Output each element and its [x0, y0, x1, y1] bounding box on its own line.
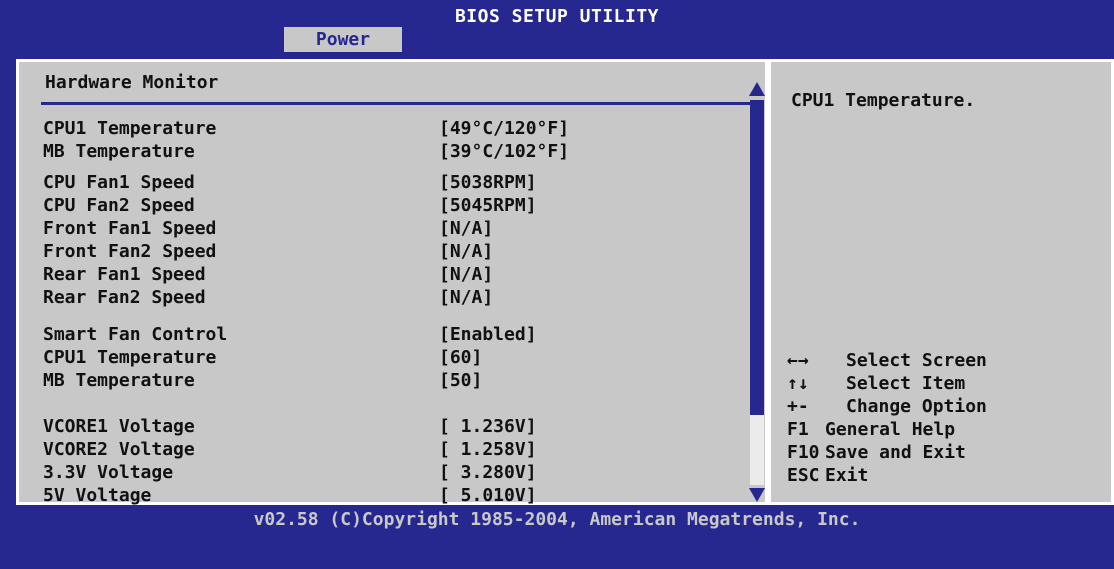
setting-label: 3.3V Voltage — [43, 462, 174, 483]
copyright-footer: v02.58 (C)Copyright 1985-2004, American … — [253, 509, 861, 530]
setting-row-smart-fan-control[interactable]: Smart Fan Control [Enabled] — [43, 324, 537, 346]
setting-value: [ 5.010V] — [439, 485, 537, 506]
scroll-thumb[interactable] — [750, 100, 764, 415]
setting-row-mb-temperature[interactable]: MB Temperature [39°C/102°F] — [43, 141, 569, 163]
left-right-arrows-icon: ←→ — [787, 350, 809, 371]
setting-value: [ 1.236V] — [439, 416, 537, 437]
key-name: +- — [787, 396, 809, 417]
setting-label: MB Temperature — [43, 370, 195, 391]
key-description: Save and Exit — [825, 442, 966, 463]
setting-label: Front Fan2 Speed — [43, 241, 217, 262]
setting-label: CPU1 Temperature — [43, 118, 217, 139]
setting-row-cpu1-target-temperature[interactable]: CPU1 Temperature [60] — [43, 347, 482, 369]
key-legend-row: ↑↓ Select Item — [787, 373, 965, 396]
setting-value: [ 3.280V] — [439, 462, 537, 483]
setting-label: Front Fan1 Speed — [43, 218, 217, 239]
key-description: Select Screen — [846, 350, 987, 371]
bios-title: BIOS SETUP UTILITY — [454, 6, 660, 27]
key-description: General Help — [825, 419, 956, 440]
setting-row-rear-fan2-speed[interactable]: Rear Fan2 Speed [N/A] — [43, 287, 493, 309]
setting-row-front-fan2-speed[interactable]: Front Fan2 Speed [N/A] — [43, 241, 493, 263]
key-legend-row: F10 Save and Exit — [787, 442, 966, 465]
setting-label: Smart Fan Control — [43, 324, 228, 345]
key-description: Select Item — [846, 373, 966, 394]
setting-value: [60] — [439, 347, 483, 368]
main-panel: Hardware Monitor CPU1 Temperature [49°C/… — [16, 59, 768, 507]
setting-label: MB Temperature — [43, 141, 195, 162]
setting-value: [5045RPM] — [439, 195, 537, 216]
key-legend: ←→ Select Screen ↑↓ Select Item +- Chang… — [787, 350, 987, 488]
setting-value: [39°C/102°F] — [439, 141, 570, 162]
setting-value: [49°C/120°F] — [439, 118, 570, 139]
scroll-track[interactable] — [750, 415, 764, 485]
setting-row-5v-voltage[interactable]: 5V Voltage [ 5.010V] — [43, 485, 537, 507]
scroll-up-arrow-icon[interactable] — [749, 82, 765, 96]
setting-row-cpu-fan1-speed[interactable]: CPU Fan1 Speed [5038RPM] — [43, 172, 537, 194]
setting-label: VCORE1 Voltage — [43, 416, 195, 437]
setting-label: CPU Fan2 Speed — [43, 195, 195, 216]
setting-label: Rear Fan2 Speed — [43, 287, 206, 308]
key-description: Change Option — [846, 396, 987, 417]
setting-label: 5V Voltage — [43, 485, 152, 506]
setting-label: Rear Fan1 Speed — [43, 264, 206, 285]
setting-value: [50] — [439, 370, 483, 391]
key-legend-row: ←→ Select Screen — [787, 350, 987, 373]
setting-value: [N/A] — [439, 264, 494, 285]
setting-value: [ 1.258V] — [439, 439, 537, 460]
up-down-arrows-icon: ↑↓ — [787, 373, 809, 394]
setting-value: [N/A] — [439, 241, 494, 262]
key-legend-row: +- Change Option — [787, 396, 987, 419]
key-legend-row: F1 General Help — [787, 419, 955, 442]
tab-power[interactable]: Power — [284, 27, 402, 52]
setting-value: [N/A] — [439, 287, 494, 308]
help-description: CPU1 Temperature. — [791, 90, 976, 111]
setting-row-vcore2-voltage[interactable]: VCORE2 Voltage [ 1.258V] — [43, 439, 537, 461]
setting-value: [Enabled] — [439, 324, 537, 345]
setting-value: [N/A] — [439, 218, 494, 239]
setting-row-cpu1-temperature[interactable]: CPU1 Temperature [49°C/120°F] — [43, 118, 569, 140]
scrollbar[interactable] — [749, 82, 765, 502]
section-title: Hardware Monitor — [45, 72, 219, 93]
setting-row-3v3-voltage[interactable]: 3.3V Voltage [ 3.280V] — [43, 462, 537, 484]
setting-row-rear-fan1-speed[interactable]: Rear Fan1 Speed [N/A] — [43, 264, 493, 286]
setting-row-cpu-fan2-speed[interactable]: CPU Fan2 Speed [5045RPM] — [43, 195, 537, 217]
help-panel: CPU1 Temperature. ←→ Select Screen ↑↓ Se… — [768, 59, 1114, 505]
key-legend-row: ESC Exit — [787, 465, 868, 488]
setting-label: CPU Fan1 Speed — [43, 172, 195, 193]
section-divider — [41, 102, 761, 105]
setting-row-mb-target-temperature[interactable]: MB Temperature [50] — [43, 370, 482, 392]
setting-value: [5038RPM] — [439, 172, 537, 193]
scroll-down-arrow-icon[interactable] — [749, 488, 765, 502]
setting-row-front-fan1-speed[interactable]: Front Fan1 Speed [N/A] — [43, 218, 493, 240]
setting-row-vcore1-voltage[interactable]: VCORE1 Voltage [ 1.236V] — [43, 416, 537, 438]
key-description: Exit — [825, 465, 869, 486]
setting-label: CPU1 Temperature — [43, 347, 217, 368]
setting-label: VCORE2 Voltage — [43, 439, 195, 460]
